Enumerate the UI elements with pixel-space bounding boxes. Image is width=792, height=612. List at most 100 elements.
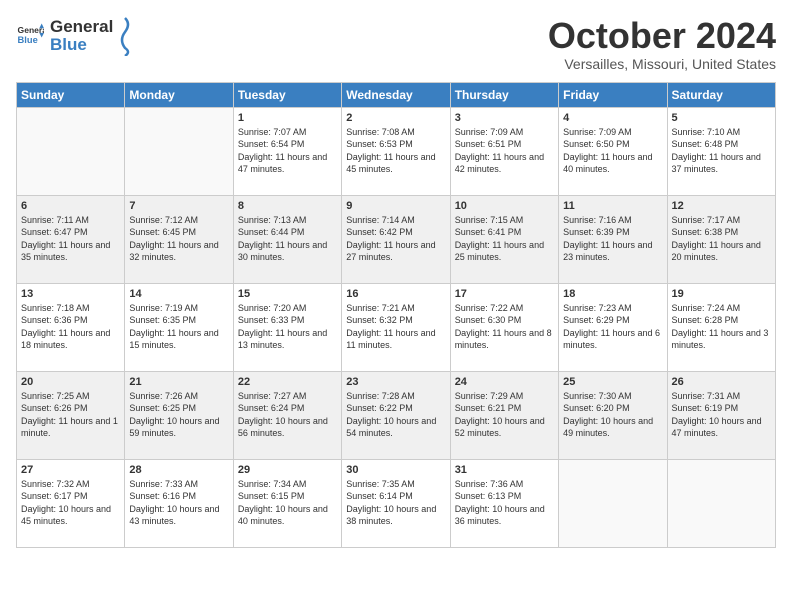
day-cell: 11 Sunrise: 7:16 AMSunset: 6:39 PMDayligh… — [559, 195, 667, 283]
day-info: Sunrise: 7:17 AMSunset: 6:38 PMDaylight:… — [672, 214, 771, 264]
day-cell: 19 Sunrise: 7:24 AMSunset: 6:28 PMDayligh… — [667, 283, 775, 371]
day-number: 25 — [563, 376, 662, 388]
day-number: 5 — [672, 112, 771, 124]
day-number: 30 — [346, 464, 445, 476]
day-number: 4 — [563, 112, 662, 124]
day-cell: 27 Sunrise: 7:32 AMSunset: 6:17 PMDayligh… — [17, 459, 125, 547]
day-cell: 17Sunrise: 7:22 AMSunset: 6:30 PMDayligh… — [450, 283, 558, 371]
day-info: Sunrise: 7:15 AMSunset: 6:41 PMDaylight:… — [455, 214, 554, 264]
day-cell: 3 Sunrise: 7:09 AMSunset: 6:51 PMDaylight… — [450, 107, 558, 195]
day-info: Sunrise: 7:18 AMSunset: 6:36 PMDaylight:… — [21, 302, 120, 352]
header-cell-friday: Friday — [559, 82, 667, 107]
day-cell: 2 Sunrise: 7:08 AMSunset: 6:53 PMDaylight… — [342, 107, 450, 195]
day-cell: 12 Sunrise: 7:17 AMSunset: 6:38 PMDayligh… — [667, 195, 775, 283]
day-cell: 25Sunrise: 7:30 AMSunset: 6:20 PMDayligh… — [559, 371, 667, 459]
day-cell: 22 Sunrise: 7:27 AMSunset: 6:24 PMDayligh… — [233, 371, 341, 459]
day-info: Sunrise: 7:12 AMSunset: 6:45 PMDaylight:… — [129, 214, 228, 264]
day-info: Sunrise: 7:36 AMSunset: 6:13 PMDaylight:… — [455, 478, 554, 528]
day-cell: 15 Sunrise: 7:20 AMSunset: 6:33 PMDayligh… — [233, 283, 341, 371]
day-info: Sunrise: 7:35 AMSunset: 6:14 PMDaylight:… — [346, 478, 445, 528]
day-number: 31 — [455, 464, 554, 476]
day-number: 18 — [563, 288, 662, 300]
day-number: 10 — [455, 200, 554, 212]
day-info: Sunrise: 7:34 AMSunset: 6:15 PMDaylight:… — [238, 478, 337, 528]
day-info: Sunrise: 7:22 AMSunset: 6:30 PMDaylight:… — [455, 302, 554, 352]
day-cell — [17, 107, 125, 195]
day-cell: 1 Sunrise: 7:07 AMSunset: 6:54 PMDaylight… — [233, 107, 341, 195]
day-number: 24 — [455, 376, 554, 388]
day-info: Sunrise: 7:16 AMSunset: 6:39 PMDaylight:… — [563, 214, 662, 264]
day-info: Sunrise: 7:11 AMSunset: 6:47 PMDaylight:… — [21, 214, 120, 264]
day-number: 22 — [238, 376, 337, 388]
week-row-0: 1 Sunrise: 7:07 AMSunset: 6:54 PMDaylight… — [17, 107, 776, 195]
day-cell: 8 Sunrise: 7:13 AMSunset: 6:44 PMDaylight… — [233, 195, 341, 283]
header-row: SundayMondayTuesdayWednesdayThursdayFrid… — [17, 82, 776, 107]
day-info: Sunrise: 7:10 AMSunset: 6:48 PMDaylight:… — [672, 126, 771, 176]
location: Versailles, Missouri, United States — [548, 56, 776, 72]
day-number: 12 — [672, 200, 771, 212]
day-cell: 23 Sunrise: 7:28 AMSunset: 6:22 PMDayligh… — [342, 371, 450, 459]
day-cell: 29 Sunrise: 7:34 AMSunset: 6:15 PMDayligh… — [233, 459, 341, 547]
day-number: 16 — [346, 288, 445, 300]
day-cell: 21 Sunrise: 7:26 AMSunset: 6:25 PMDayligh… — [125, 371, 233, 459]
day-number: 27 — [21, 464, 120, 476]
day-cell: 30 Sunrise: 7:35 AMSunset: 6:14 PMDayligh… — [342, 459, 450, 547]
day-info: Sunrise: 7:13 AMSunset: 6:44 PMDaylight:… — [238, 214, 337, 264]
day-info: Sunrise: 7:25 AMSunset: 6:26 PMDaylight:… — [21, 390, 120, 440]
day-number: 11 — [563, 200, 662, 212]
title-section: October 2024 Versailles, Missouri, Unite… — [548, 16, 776, 72]
day-info: Sunrise: 7:07 AMSunset: 6:54 PMDaylight:… — [238, 126, 337, 176]
header-cell-saturday: Saturday — [667, 82, 775, 107]
day-cell: 31 Sunrise: 7:36 AMSunset: 6:13 PMDayligh… — [450, 459, 558, 547]
day-number: 28 — [129, 464, 228, 476]
day-cell: 7Sunrise: 7:12 AMSunset: 6:45 PMDaylight… — [125, 195, 233, 283]
day-number: 8 — [238, 200, 337, 212]
day-info: Sunrise: 7:27 AMSunset: 6:24 PMDaylight:… — [238, 390, 337, 440]
logo-icon: General Blue — [16, 22, 44, 50]
day-number: 15 — [238, 288, 337, 300]
header-cell-wednesday: Wednesday — [342, 82, 450, 107]
day-info: Sunrise: 7:26 AMSunset: 6:25 PMDaylight:… — [129, 390, 228, 440]
header-cell-thursday: Thursday — [450, 82, 558, 107]
day-cell: 13 Sunrise: 7:18 AMSunset: 6:36 PMDayligh… — [17, 283, 125, 371]
day-number: 19 — [672, 288, 771, 300]
day-cell: 24Sunrise: 7:29 AMSunset: 6:21 PMDayligh… — [450, 371, 558, 459]
day-info: Sunrise: 7:24 AMSunset: 6:28 PMDaylight:… — [672, 302, 771, 352]
day-info: Sunrise: 7:28 AMSunset: 6:22 PMDaylight:… — [346, 390, 445, 440]
day-number: 2 — [346, 112, 445, 124]
week-row-2: 13 Sunrise: 7:18 AMSunset: 6:36 PMDayligh… — [17, 283, 776, 371]
day-number: 20 — [21, 376, 120, 388]
day-number: 9 — [346, 200, 445, 212]
day-number: 21 — [129, 376, 228, 388]
day-info: Sunrise: 7:08 AMSunset: 6:53 PMDaylight:… — [346, 126, 445, 176]
day-info: Sunrise: 7:09 AMSunset: 6:51 PMDaylight:… — [455, 126, 554, 176]
month-title: October 2024 — [548, 16, 776, 56]
day-cell: 16 Sunrise: 7:21 AMSunset: 6:32 PMDayligh… — [342, 283, 450, 371]
day-cell: 18Sunrise: 7:23 AMSunset: 6:29 PMDayligh… — [559, 283, 667, 371]
day-number: 3 — [455, 112, 554, 124]
day-info: Sunrise: 7:14 AMSunset: 6:42 PMDaylight:… — [346, 214, 445, 264]
week-row-4: 27 Sunrise: 7:32 AMSunset: 6:17 PMDayligh… — [17, 459, 776, 547]
day-cell: 6Sunrise: 7:11 AMSunset: 6:47 PMDaylight… — [17, 195, 125, 283]
day-number: 26 — [672, 376, 771, 388]
day-cell — [667, 459, 775, 547]
week-row-3: 20 Sunrise: 7:25 AMSunset: 6:26 PMDayligh… — [17, 371, 776, 459]
day-info: Sunrise: 7:32 AMSunset: 6:17 PMDaylight:… — [21, 478, 120, 528]
day-cell: 28Sunrise: 7:33 AMSunset: 6:16 PMDayligh… — [125, 459, 233, 547]
day-number: 29 — [238, 464, 337, 476]
day-cell: 10 Sunrise: 7:15 AMSunset: 6:41 PMDayligh… — [450, 195, 558, 283]
day-number: 14 — [129, 288, 228, 300]
header-cell-tuesday: Tuesday — [233, 82, 341, 107]
day-cell — [559, 459, 667, 547]
day-info: Sunrise: 7:09 AMSunset: 6:50 PMDaylight:… — [563, 126, 662, 176]
calendar-table: SundayMondayTuesdayWednesdayThursdayFrid… — [16, 82, 776, 548]
day-info: Sunrise: 7:21 AMSunset: 6:32 PMDaylight:… — [346, 302, 445, 352]
day-number: 23 — [346, 376, 445, 388]
day-cell: 5 Sunrise: 7:10 AMSunset: 6:48 PMDaylight… — [667, 107, 775, 195]
logo: General Blue General Blue — [16, 16, 135, 56]
day-number: 1 — [238, 112, 337, 124]
day-number: 13 — [21, 288, 120, 300]
day-info: Sunrise: 7:20 AMSunset: 6:33 PMDaylight:… — [238, 302, 337, 352]
logo-blue: Blue — [50, 35, 87, 54]
header-cell-sunday: Sunday — [17, 82, 125, 107]
